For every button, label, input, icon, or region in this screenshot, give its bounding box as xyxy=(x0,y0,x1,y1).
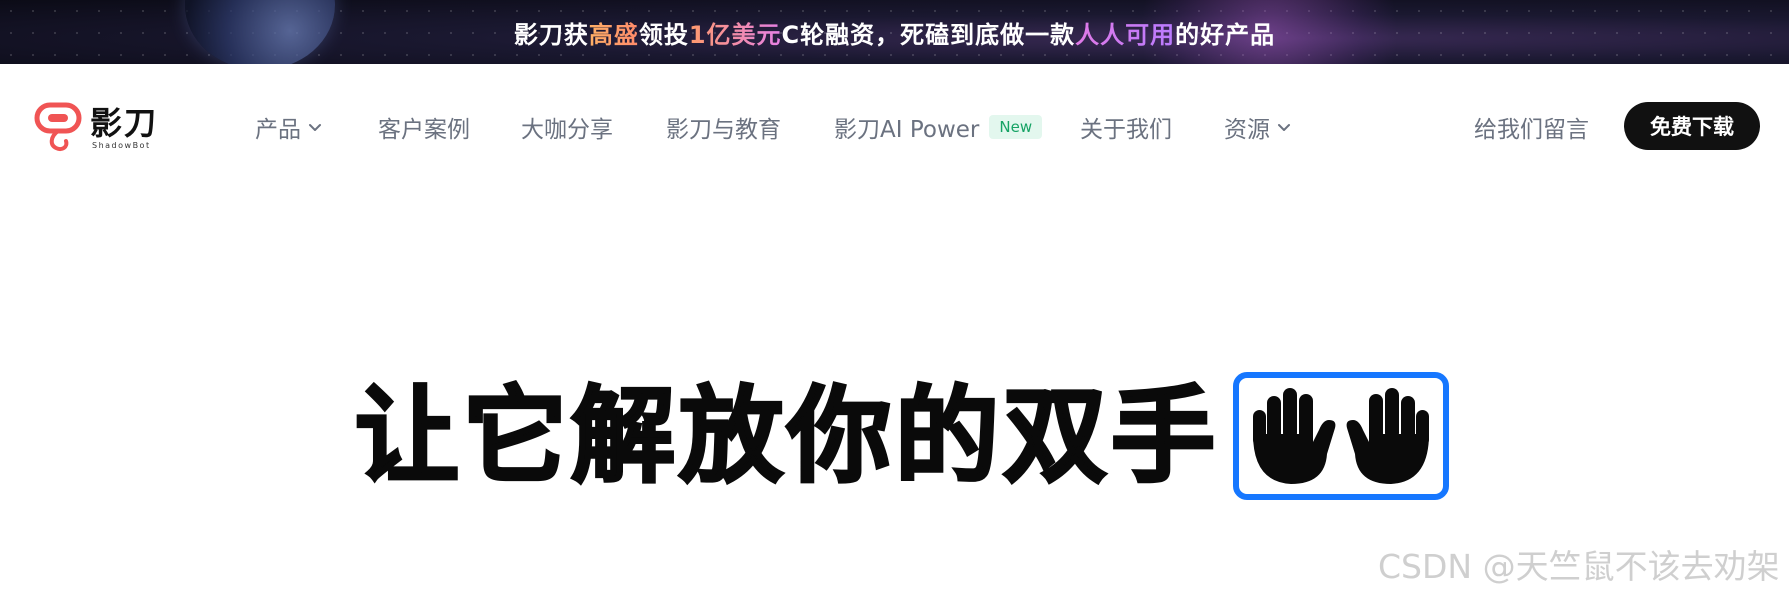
nav-item-label: 大咖分享 xyxy=(521,117,613,143)
banner-highlight-everyone: 人人可用 xyxy=(1075,15,1175,50)
chevron-down-icon xyxy=(1278,124,1290,131)
nav-item-customer-cases[interactable]: 客户案例 xyxy=(378,110,470,144)
nav-item-label: 资源 xyxy=(1224,117,1270,143)
csdn-watermark: CSDN @天竺鼠不该去劝架 xyxy=(1378,547,1780,586)
banner-text-part: 领投 xyxy=(638,20,689,49)
nav-item-resources[interactable]: 资源 xyxy=(1224,110,1292,144)
announcement-banner[interactable]: 影刀获 高盛 领投 1亿美元 C轮融资，死磕到底做一款 人人可用 的好产品 xyxy=(0,0,1789,64)
nav-item-label: 产品 xyxy=(255,117,301,143)
banner-text-part: 影刀获 xyxy=(513,20,589,49)
nav-item-ai-power[interactable]: 影刀AI Power New xyxy=(834,110,1043,144)
hero-title: 让它解放你的双手 xyxy=(353,375,1220,498)
free-download-button[interactable]: 免费下载 xyxy=(1624,102,1760,150)
nav-item-label: 客户案例 xyxy=(378,117,470,143)
hero-section: 让它解放你的双手 xyxy=(353,370,1450,502)
nav-item-label: 影刀AI Power xyxy=(834,117,980,143)
banner-highlight-goldman: 高盛 xyxy=(589,15,639,50)
nav-item-products[interactable]: 产品 xyxy=(255,110,323,144)
nav-item-about-us[interactable]: 关于我们 xyxy=(1080,110,1172,144)
nav-item-education[interactable]: 影刀与教育 xyxy=(666,110,781,144)
nav-item-expert-sharing[interactable]: 大咖分享 xyxy=(521,110,613,144)
chevron-down-icon xyxy=(309,124,321,131)
announcement-text: 影刀获 高盛 领投 1亿美元 C轮融资，死磕到底做一款 人人可用 的好产品 xyxy=(0,0,1789,64)
brand-subtitle: ShadowBot xyxy=(92,141,151,150)
new-badge: New xyxy=(989,115,1043,139)
main-navbar: 影刀 ShadowBot 产品 客户案例 大咖分享 影刀与教育 影刀AI Pow… xyxy=(0,64,1789,188)
hands-icon-frame xyxy=(1233,372,1450,500)
nav-item-label: 影刀与教育 xyxy=(666,117,781,143)
brand-logo[interactable]: 影刀 ShadowBot xyxy=(34,100,158,156)
nav-item-label: 关于我们 xyxy=(1080,117,1172,143)
right-hand-icon xyxy=(1346,388,1430,484)
leave-message-link[interactable]: 给我们留言 xyxy=(1474,110,1589,144)
banner-text-part: 的好产品 xyxy=(1175,20,1276,49)
banner-text-part: C轮融资，死磕到底做一款 xyxy=(781,20,1076,49)
brand-wordmark: 影刀 ShadowBot xyxy=(90,106,158,150)
shadowbot-logo-icon xyxy=(34,102,82,152)
left-hand-icon xyxy=(1253,388,1336,484)
banner-highlight-amount: 1亿美元 xyxy=(689,15,782,50)
brand-name: 影刀 xyxy=(90,104,159,142)
